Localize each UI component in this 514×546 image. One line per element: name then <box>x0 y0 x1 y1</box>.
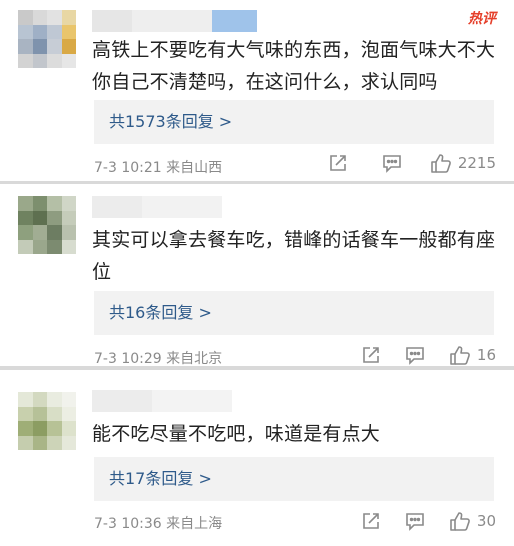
comment-time-location: 7-3 10:21 来自山西 <box>94 160 223 176</box>
view-replies-link[interactable]: 共16条回复 > <box>94 291 494 335</box>
avatar[interactable] <box>18 392 76 450</box>
comment-time-location: 7-3 10:29 来自北京 <box>94 351 223 367</box>
avatar[interactable] <box>18 196 76 254</box>
comment-text: 能不吃尽量不吃吧，味道是有点大 <box>92 423 381 445</box>
comment-text: 高铁上不要吃有大气味的东西，泡面气味大不大你自己不清楚吗，在这问什么，求认同吗 <box>92 39 496 93</box>
comment-icon[interactable] <box>405 512 425 531</box>
username-blurred[interactable] <box>92 196 222 218</box>
like-button[interactable]: 2215 <box>430 153 496 173</box>
comment-card: 热评 高铁上不要吃有大气味的东西，泡面气味大不大你自己不清楚吗，在这问什么，求认… <box>0 0 514 181</box>
comment-actions: 30 <box>361 511 496 531</box>
share-icon[interactable] <box>328 153 348 173</box>
comment-time-location: 7-3 10:36 来自上海 <box>94 516 223 532</box>
share-icon[interactable] <box>361 345 381 365</box>
username-blurred[interactable] <box>92 10 257 32</box>
comment-icon[interactable] <box>405 346 425 365</box>
avatar[interactable] <box>18 10 76 68</box>
hot-comment-badge: 热评 <box>468 11 496 27</box>
like-count: 2215 <box>457 154 496 172</box>
like-button[interactable]: 30 <box>449 511 496 531</box>
comment-card: 能不吃尽量不吃吧，味道是有点大 共17条回复 > 7-3 10:36 来自上海 … <box>0 370 514 546</box>
like-icon <box>449 511 471 531</box>
view-replies-link[interactable]: 共1573条回复 > <box>94 100 494 144</box>
comment-text: 其实可以拿去餐车吃，错峰的话餐车一般都有座位 <box>92 229 496 283</box>
like-icon <box>430 153 452 173</box>
like-count: 16 <box>476 346 496 364</box>
like-button[interactable]: 16 <box>449 345 496 365</box>
like-count: 30 <box>476 512 496 530</box>
comment-actions: 2215 <box>328 153 496 173</box>
comment-card: 其实可以拿去餐车吃，错峰的话餐车一般都有座位 共16条回复 > 7-3 10:2… <box>0 184 514 367</box>
view-replies-link[interactable]: 共17条回复 > <box>94 457 494 501</box>
comment-icon[interactable] <box>382 154 402 173</box>
comment-actions: 16 <box>361 345 496 365</box>
share-icon[interactable] <box>361 511 381 531</box>
like-icon <box>449 345 471 365</box>
username-blurred[interactable] <box>92 390 232 412</box>
